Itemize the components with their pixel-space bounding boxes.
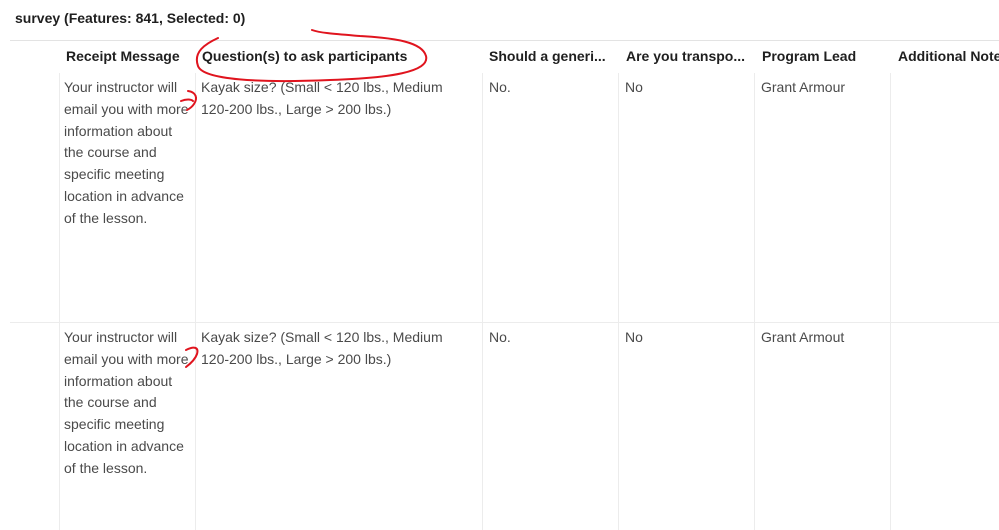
column-divider <box>890 73 891 530</box>
cell-generic[interactable]: No. <box>489 327 613 349</box>
column-header-receipt-message[interactable]: Receipt Message <box>66 48 190 64</box>
table-title-bar: survey (Features: 841, Selected: 0) <box>0 0 999 40</box>
cell-questions[interactable]: Kayak size? (Small < 120 lbs., Medium 12… <box>201 327 471 371</box>
attribute-table: Receipt Message Question(s) to ask parti… <box>0 41 999 530</box>
attribute-table-panel: survey (Features: 841, Selected: 0) Rece… <box>0 0 999 530</box>
layer-title: survey (Features: 841, Selected: 0) <box>15 10 246 26</box>
column-divider <box>482 73 483 530</box>
cell-questions[interactable]: Kayak size? (Small < 120 lbs., Medium 12… <box>201 77 471 121</box>
cell-transport[interactable]: No <box>625 327 749 349</box>
column-divider <box>618 73 619 530</box>
column-divider <box>754 73 755 530</box>
cell-generic[interactable]: No. <box>489 77 613 99</box>
column-header-questions[interactable]: Question(s) to ask participants <box>202 48 472 64</box>
column-header-generic[interactable]: Should a generi... <box>489 48 613 64</box>
column-divider <box>59 73 60 530</box>
column-header-program-lead[interactable]: Program Lead <box>762 48 886 64</box>
row-divider <box>10 322 999 323</box>
column-divider <box>195 73 196 530</box>
cell-program-lead[interactable]: Grant Armout <box>761 327 885 349</box>
column-header-transport[interactable]: Are you transpo... <box>626 48 750 64</box>
cell-receipt-message[interactable]: Your instructor will email you with more… <box>64 77 192 230</box>
cell-transport[interactable]: No <box>625 77 749 99</box>
cell-program-lead[interactable]: Grant Armour <box>761 77 885 99</box>
cell-receipt-message[interactable]: Your instructor will email you with more… <box>64 327 192 480</box>
column-header-additional-notes[interactable]: Additional Note <box>898 48 999 64</box>
